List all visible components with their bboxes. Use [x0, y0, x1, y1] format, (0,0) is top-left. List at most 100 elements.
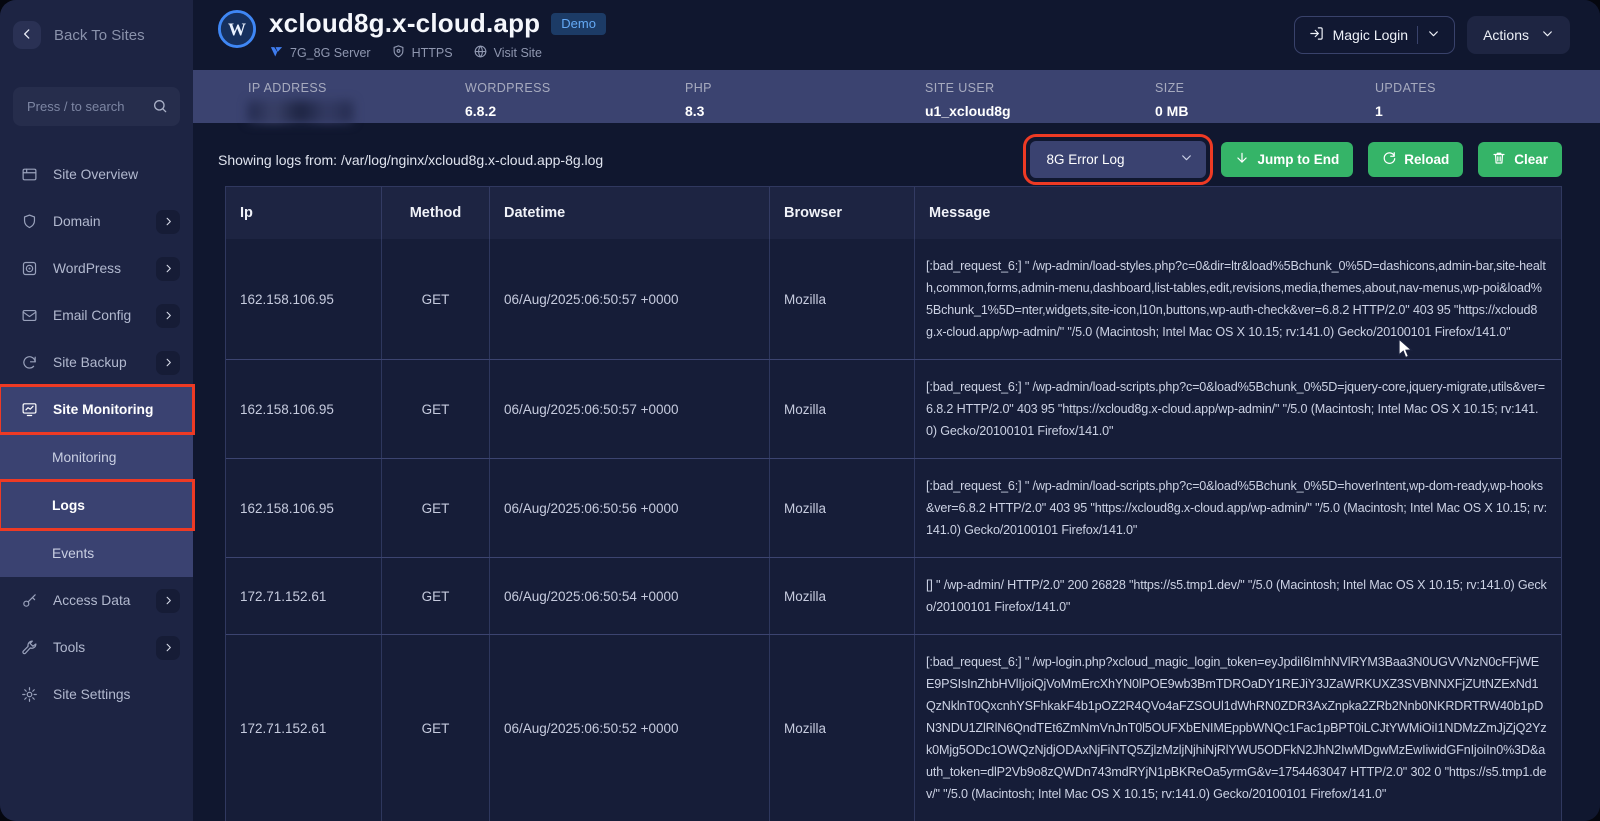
- info-value: 6.8.2: [465, 103, 497, 120]
- main-content: W xcloud8g.x-cloud.app Demo 7G_8G Server: [193, 0, 1600, 821]
- globe-icon: [473, 44, 488, 62]
- column-header-datetime: Datetime: [490, 187, 770, 239]
- cell-message: [:bad_request_6:] " /wp-login.php?xcloud…: [926, 655, 1547, 801]
- info-label: SIZE: [1155, 81, 1185, 96]
- sidebar-item-label: Monitoring: [52, 449, 117, 465]
- cell-datetime: 06/Aug/2025:06:50:54 +0000: [490, 558, 770, 634]
- sidebar-item-site-overview[interactable]: Site Overview: [0, 151, 193, 198]
- column-header-browser: Browser: [770, 187, 915, 239]
- cell-datetime: 06/Aug/2025:06:50:57 +0000: [490, 239, 770, 359]
- info-item-size: SIZE 0 MB: [1155, 81, 1375, 123]
- login-icon: [1309, 26, 1324, 44]
- table-row: 162.158.106.95 GET 06/Aug/2025:06:50:57 +0…: [226, 239, 1561, 359]
- column-header-method: Method: [382, 187, 490, 239]
- sidebar-item-wordpress[interactable]: WordPress: [0, 245, 193, 292]
- sidebar-item-logs[interactable]: Logs: [0, 479, 195, 531]
- info-label: WORDPRESS: [465, 81, 551, 96]
- reload-button[interactable]: Reload: [1368, 142, 1464, 178]
- sidebar-item-site-settings[interactable]: Site Settings: [0, 671, 193, 718]
- cell-datetime: 06/Aug/2025:06:50:56 +0000: [490, 459, 770, 557]
- sidebar-item-events[interactable]: Events: [0, 529, 193, 577]
- info-label: IP ADDRESS: [248, 81, 327, 96]
- magic-login-button[interactable]: Magic Login: [1293, 16, 1456, 55]
- sidebar-item-monitoring[interactable]: Monitoring: [0, 433, 193, 481]
- cell-browser: Mozilla: [770, 558, 915, 634]
- chevron-right-icon[interactable]: [156, 256, 180, 281]
- info-item-site-user: SITE USER u1_xcloud8g: [925, 81, 1155, 123]
- chevron-down-icon: [1541, 27, 1554, 43]
- header-actions: Magic Login Actions: [1293, 16, 1570, 55]
- sidebar-item-label: WordPress: [53, 261, 121, 276]
- cell-browser: Mozilla: [770, 239, 915, 359]
- chevron-right-icon[interactable]: [156, 635, 180, 660]
- visit-site-link[interactable]: Visit Site: [473, 44, 542, 62]
- info-item-wordpress: WORDPRESS 6.8.2: [465, 81, 685, 123]
- ip-address-redacted: [248, 101, 353, 124]
- sidebar-item-label: Site Settings: [53, 687, 131, 702]
- wordpress-logo-icon: W: [218, 10, 256, 49]
- info-value: 1: [1375, 103, 1383, 120]
- https-badge[interactable]: HTTPS: [391, 44, 453, 62]
- page-title: xcloud8g.x-cloud.app: [269, 8, 541, 39]
- log-toolbar: Showing logs from: /var/log/nginx/xcloud…: [193, 123, 1600, 186]
- chevron-right-icon[interactable]: [156, 350, 180, 375]
- chevron-left-icon: [20, 27, 34, 44]
- server-label: 7G_8G Server: [269, 44, 371, 62]
- arrow-down-icon: [1235, 151, 1249, 168]
- cell-message: [:bad_request_6:] " /wp-admin/load-scrip…: [926, 479, 1547, 537]
- envelope-icon: [21, 307, 38, 324]
- shield-icon: [391, 44, 406, 62]
- cell-datetime: 06/Aug/2025:06:50:52 +0000: [490, 635, 770, 821]
- showing-logs-text: Showing logs from: /var/log/nginx/xcloud…: [218, 151, 604, 168]
- chevron-right-icon[interactable]: [156, 209, 180, 234]
- shield-icon: [21, 213, 38, 230]
- sidebar-item-email-config[interactable]: Email Config: [0, 292, 193, 339]
- log-table-header: Ip Method Datetime Browser Message: [226, 187, 1561, 239]
- search-icon: [152, 98, 168, 114]
- trash-icon: [1492, 151, 1506, 168]
- app-window: Back To Sites Site Overview Domain WordPre…: [0, 0, 1600, 821]
- sidebar-item-site-backup[interactable]: Site Backup: [0, 339, 193, 386]
- clear-button[interactable]: Clear: [1478, 142, 1562, 178]
- info-item-ip-address: IP ADDRESS: [248, 81, 465, 124]
- jump-to-end-button[interactable]: Jump to End: [1221, 142, 1354, 178]
- log-type-select[interactable]: 8G Error Log: [1023, 134, 1214, 186]
- info-label: PHP: [685, 81, 712, 96]
- back-to-sites[interactable]: Back To Sites: [0, 21, 193, 49]
- table-row: 172.71.152.61 GET 06/Aug/2025:06:50:54 +00…: [226, 557, 1561, 634]
- info-item-updates: UPDATES 1: [1375, 81, 1600, 123]
- cell-browser: Mozilla: [770, 360, 915, 458]
- table-row: 162.158.106.95 GET 06/Aug/2025:06:50:56 +0…: [226, 458, 1561, 557]
- cell-method: GET: [382, 459, 490, 557]
- site-identity: W xcloud8g.x-cloud.app Demo 7G_8G Server: [218, 8, 606, 62]
- chevron-right-icon[interactable]: [156, 588, 180, 613]
- site-meta-row: 7G_8G Server HTTPS Visit Site: [269, 44, 606, 62]
- sidebar-item-site-monitoring[interactable]: Site Monitoring: [0, 384, 195, 435]
- backup-icon: [21, 354, 38, 371]
- column-header-message: Message: [929, 205, 991, 221]
- demo-badge: Demo: [551, 12, 606, 35]
- sidebar-item-label: Email Config: [53, 308, 132, 323]
- table-row: 162.158.106.95 GET 06/Aug/2025:06:50:57 +0…: [226, 359, 1561, 458]
- monitoring-icon: [21, 401, 38, 418]
- info-value: u1_xcloud8g: [925, 103, 1011, 120]
- actions-button[interactable]: Actions: [1467, 16, 1570, 55]
- cell-message: [:bad_request_6:] " /wp-admin/load-scrip…: [926, 380, 1545, 438]
- cell-method: GET: [382, 360, 490, 458]
- sidebar-item-label: Events: [52, 545, 95, 561]
- cell-method: GET: [382, 239, 490, 359]
- button-divider: [1417, 26, 1419, 45]
- sidebar-item-domain[interactable]: Domain: [0, 198, 193, 245]
- log-table: Ip Method Datetime Browser Message 162.1…: [225, 186, 1562, 821]
- chevron-down-icon[interactable]: [1427, 27, 1440, 43]
- svg-text:W: W: [228, 20, 246, 40]
- sidebar-item-tools[interactable]: Tools: [0, 624, 193, 671]
- cell-ip: 162.158.106.95: [226, 360, 382, 458]
- cell-datetime: 06/Aug/2025:06:50:57 +0000: [490, 360, 770, 458]
- site-header: W xcloud8g.x-cloud.app Demo 7G_8G Server: [193, 0, 1600, 70]
- info-label: UPDATES: [1375, 81, 1436, 96]
- chevron-right-icon[interactable]: [156, 303, 180, 328]
- sidebar-item-access-data[interactable]: Access Data: [0, 577, 193, 624]
- back-button[interactable]: [13, 21, 41, 49]
- sidebar-item-label: Access Data: [53, 593, 131, 608]
